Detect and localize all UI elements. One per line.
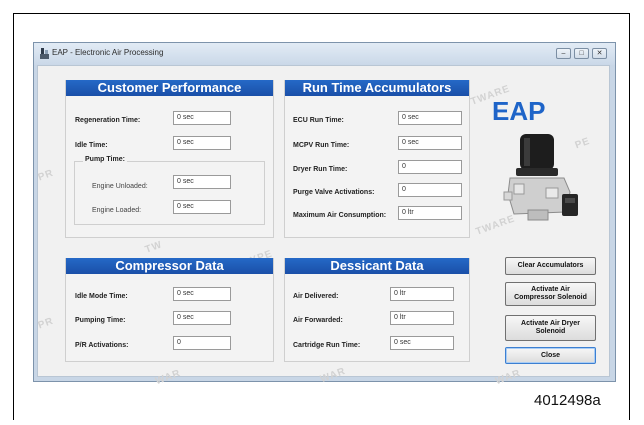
maximize-icon[interactable]: □	[574, 48, 589, 59]
dryer-run-time-label: Dryer Run Time:	[293, 166, 348, 173]
dryer-run-time-field[interactable]: 0	[398, 160, 462, 174]
dessicant-data-title: Dessicant Data	[285, 258, 469, 274]
title-bar: EAP - Electronic Air Processing – □ ✕	[34, 43, 615, 65]
pr-activations-field[interactable]: 0	[173, 336, 231, 350]
ecu-run-time-field[interactable]: 0 sec	[398, 111, 462, 125]
air-delivered-field[interactable]: 0 ltr	[390, 287, 454, 301]
activate-air-compressor-solenoid-button[interactable]: Activate Air Compressor Solenoid	[505, 282, 596, 306]
run-time-accumulators-title: Run Time Accumulators	[285, 80, 469, 96]
max-air-consumption-field[interactable]: 0 ltr	[398, 206, 462, 220]
customer-performance-title: Customer Performance	[66, 80, 273, 96]
pump-time-label: Pump Time:	[83, 156, 127, 163]
close-button[interactable]: Close	[505, 347, 596, 364]
pumping-time-label: Pumping Time:	[75, 317, 126, 324]
button-label-line: Compressor Solenoid	[514, 294, 587, 301]
button-label-line: Activate Air	[531, 286, 570, 293]
idle-time-field[interactable]: 0 sec	[173, 136, 231, 150]
compressor-data-title: Compressor Data	[66, 258, 273, 274]
air-forwarded-field[interactable]: 0 ltr	[390, 311, 454, 325]
air-forwarded-label: Air Forwarded:	[293, 317, 343, 324]
figure-frame-right	[629, 13, 630, 420]
figure-frame-top	[13, 13, 630, 14]
pump-time-subgroup	[74, 161, 265, 225]
regeneration-time-field[interactable]: 0 sec	[173, 111, 231, 125]
idle-time-label: Idle Time:	[75, 142, 108, 149]
engine-unloaded-field[interactable]: 0 sec	[173, 175, 231, 189]
mcpv-run-time-field[interactable]: 0 sec	[398, 136, 462, 150]
eap-logo: EAP	[492, 96, 546, 126]
pumping-time-field[interactable]: 0 sec	[173, 311, 231, 325]
window-title: EAP - Electronic Air Processing	[52, 48, 164, 57]
ecu-run-time-label: ECU Run Time:	[293, 117, 344, 124]
idle-mode-time-field[interactable]: 0 sec	[173, 287, 231, 301]
activate-air-dryer-solenoid-button[interactable]: Activate Air Dryer Solenoid	[505, 315, 596, 341]
air-delivered-label: Air Delivered:	[293, 293, 339, 300]
engine-unloaded-label: Engine Unloaded:	[92, 183, 148, 190]
purge-valve-activations-label: Purge Valve Activations:	[293, 189, 375, 196]
engine-loaded-label: Engine Loaded:	[92, 207, 142, 214]
cartridge-run-time-label: Cartridge Run Time:	[293, 342, 361, 349]
engine-loaded-field[interactable]: 0 sec	[173, 200, 231, 214]
regeneration-time-label: Regeneration Time:	[75, 117, 141, 124]
max-air-consumption-label: Maximum Air Consumption:	[293, 212, 387, 219]
purge-valve-activations-field[interactable]: 0	[398, 183, 462, 197]
mcpv-run-time-label: MCPV Run Time:	[293, 142, 350, 149]
figure-frame-left	[13, 13, 14, 420]
close-icon[interactable]: ✕	[592, 48, 607, 59]
figure-caption: 4012498a	[534, 392, 601, 409]
clear-accumulators-button[interactable]: Clear Accumulators	[505, 257, 596, 275]
idle-mode-time-label: Idle Mode Time:	[75, 293, 128, 300]
air-processor-unit-image	[503, 134, 578, 221]
button-label-line: Activate Air Dryer	[521, 320, 580, 327]
app-icon	[40, 48, 49, 59]
cartridge-run-time-field[interactable]: 0 sec	[390, 336, 454, 350]
button-label-line: Solenoid	[535, 328, 566, 335]
pr-activations-label: P/R Activations:	[75, 342, 129, 349]
minimize-icon[interactable]: –	[556, 48, 571, 59]
